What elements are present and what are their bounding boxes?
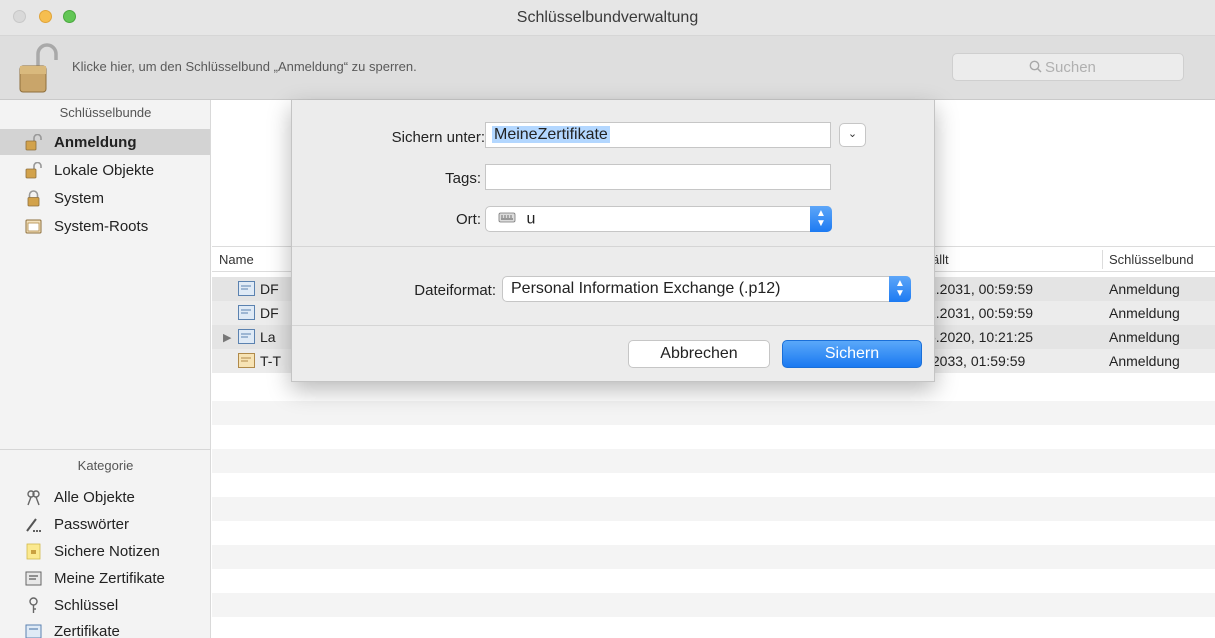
search-icon	[1029, 60, 1042, 76]
keychains-header: Schlüsselbunde	[59, 105, 152, 120]
row-name: La	[260, 329, 276, 345]
unlocked-padlock-icon[interactable]	[18, 42, 58, 94]
dialog-separator	[292, 325, 934, 326]
sidebar-item-label: Anmeldung	[54, 133, 137, 151]
save-dialog: Sichern unter: MeineZertifikate ⌄ Tags: …	[291, 100, 935, 382]
popup-arrows-icon: ▲ ▼	[810, 206, 832, 232]
column-separator	[1102, 250, 1103, 269]
sidebar-item-label: Lokale Objekte	[54, 161, 155, 179]
toolbar: Klicke hier, um den Schlüsselbund „Anmel…	[0, 36, 1215, 100]
cancel-button[interactable]: Abbrechen	[628, 340, 770, 368]
save-button[interactable]: Sichern	[782, 340, 922, 368]
row-keychain: Anmeldung	[1109, 281, 1180, 297]
row-name: DF	[260, 281, 279, 297]
sidebar-item-label: Meine Zertifikate	[54, 569, 165, 587]
tags-input[interactable]	[485, 164, 831, 190]
empty-row	[212, 545, 1215, 569]
chevron-down-icon: ⌄	[847, 128, 858, 140]
sidebar-item-system[interactable]: System	[0, 185, 210, 211]
save-as-label: Sichern unter:	[391, 129, 485, 146]
sidebar-item-passwoerter[interactable]: Passwörter	[0, 511, 210, 537]
all-items-icon	[25, 489, 42, 506]
expand-dialog-button[interactable]: ⌄	[839, 123, 866, 147]
dialog-separator	[292, 246, 934, 247]
password-pen-icon	[25, 516, 42, 533]
row-expires: .2033, 01:59:59	[928, 353, 1026, 369]
empty-row	[212, 593, 1215, 617]
title-bar: Schlüsselbundverwaltung	[0, 0, 1215, 36]
save-as-input[interactable]: MeineZertifikate	[485, 122, 831, 148]
sidebar-item-label: Passwörter	[54, 515, 130, 533]
sidebar-item-alle-objekte[interactable]: Alle Objekte	[0, 484, 210, 510]
cabinet-icon	[25, 218, 42, 235]
format-value: Personal Information Exchange (.p12)	[511, 280, 781, 297]
lock-hint-text[interactable]: Klicke hier, um den Schlüsselbund „Anmel…	[72, 59, 417, 74]
sidebar-item-label: Schlüssel	[54, 596, 119, 614]
sidebar-item-label: Zertifikate	[54, 623, 120, 638]
row-keychain: Anmeldung	[1109, 305, 1180, 321]
empty-row	[212, 401, 1215, 425]
certificate-icon	[238, 305, 255, 323]
search-placeholder: Suchen	[1045, 59, 1096, 76]
location-value: u	[526, 210, 536, 228]
save-as-value: MeineZertifikate	[492, 126, 610, 143]
empty-row	[212, 449, 1215, 473]
sidebar-item-label: Sichere Notizen	[54, 542, 160, 560]
sidebar: Schlüsselbunde Anmeldung Lokale Objekte …	[0, 100, 211, 638]
row-name: DF	[260, 305, 279, 321]
category-header: Kategorie	[77, 458, 134, 473]
certificate-icon	[238, 281, 255, 299]
location-label: Ort:	[456, 211, 481, 228]
unlocked-padlock-icon	[25, 161, 42, 179]
certificate-icon	[25, 623, 42, 638]
empty-row	[212, 497, 1215, 521]
sidebar-item-zertifikate[interactable]: Zertifikate	[0, 619, 210, 638]
unlocked-padlock-icon	[25, 133, 42, 151]
row-expires: 2.2031, 00:59:59	[928, 305, 1034, 321]
sidebar-item-label: System	[54, 189, 105, 207]
certificate-icon	[238, 329, 255, 347]
sidebar-item-sichere-notizen[interactable]: Sichere Notizen	[0, 538, 210, 564]
row-expires: 2.2031, 00:59:59	[928, 281, 1034, 297]
root-certificate-icon	[238, 353, 255, 371]
column-header-name[interactable]: Name	[219, 252, 254, 267]
sidebar-item-anmeldung[interactable]: Anmeldung	[0, 129, 210, 155]
sidebar-item-meine-zertifikate[interactable]: Meine Zertifikate	[0, 565, 210, 591]
row-expires: 5.2020, 10:21:25	[928, 329, 1034, 345]
row-keychain: Anmeldung	[1109, 353, 1180, 369]
popup-arrows-icon: ▲ ▼	[889, 276, 911, 302]
sidebar-item-lokale-objekte[interactable]: Lokale Objekte	[0, 157, 210, 183]
drive-icon	[498, 210, 516, 229]
tags-label: Tags:	[445, 170, 481, 187]
sidebar-item-label: System-Roots	[54, 217, 149, 235]
key-icon	[25, 596, 42, 614]
row-keychain: Anmeldung	[1109, 329, 1180, 345]
column-header-keychain[interactable]: Schlüsselbund	[1109, 252, 1194, 267]
format-popup[interactable]: Personal Information Exchange (.p12) ▲ ▼	[502, 276, 911, 302]
format-label: Dateiformat:	[414, 282, 496, 299]
row-name: T-T	[260, 353, 281, 369]
sidebar-divider	[0, 449, 211, 450]
my-certificate-icon	[25, 570, 42, 587]
sidebar-item-system-roots[interactable]: System-Roots	[0, 213, 210, 239]
secure-note-icon	[25, 543, 42, 560]
padlock-icon	[25, 189, 42, 207]
sidebar-item-schluessel[interactable]: Schlüssel	[0, 592, 210, 618]
search-input[interactable]: Suchen	[952, 53, 1184, 81]
window-title: Schlüsselbundverwaltung	[516, 9, 699, 26]
location-popup[interactable]: u ▲ ▼	[485, 206, 832, 232]
sidebar-item-label: Alle Objekte	[54, 488, 135, 506]
disclosure-triangle-icon[interactable]: ▶	[223, 331, 231, 344]
